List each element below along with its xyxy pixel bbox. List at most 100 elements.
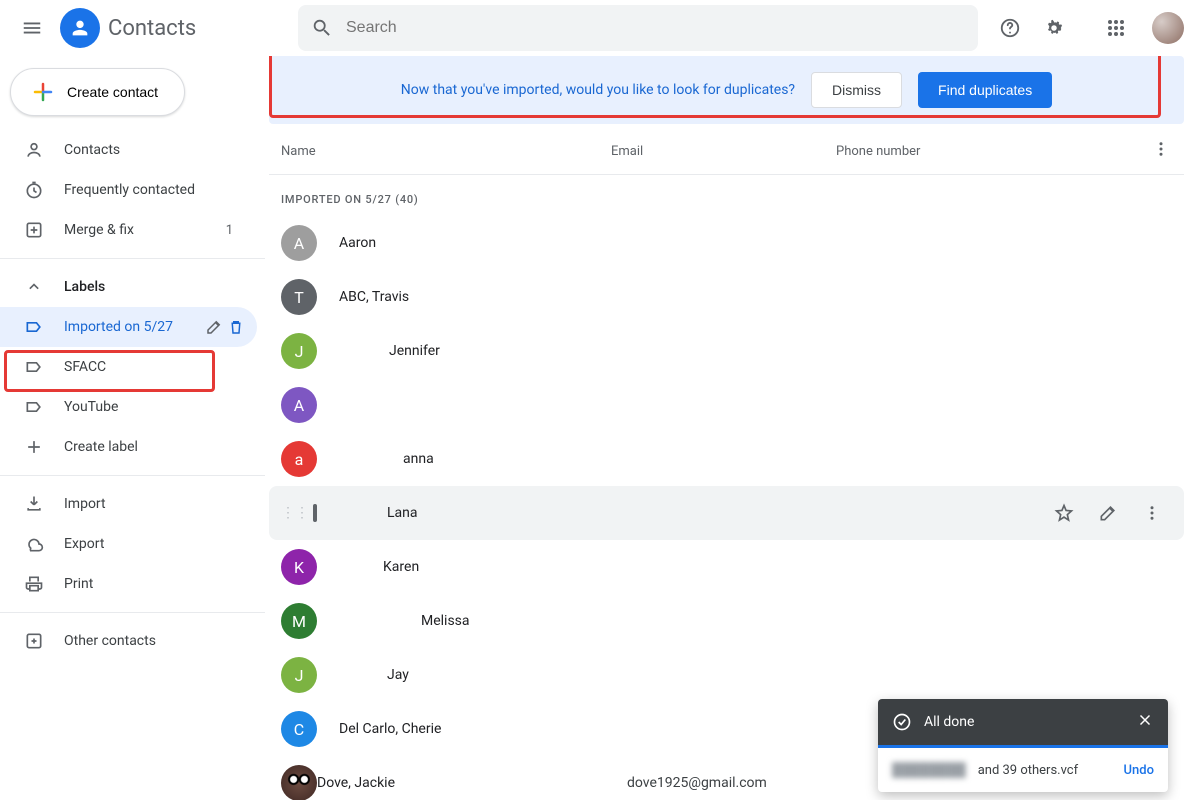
toast-redacted: ████████ [892,762,966,778]
toast-text: and 39 others.vcf [978,763,1078,778]
app-header: Contacts [0,0,1200,56]
column-name: Name [281,144,611,159]
contact-name: Del Carlo, Cherie [339,721,649,737]
nav-contacts[interactable]: Contacts [0,130,249,170]
contact-row[interactable]: ⋮⋮LLana [269,486,1184,540]
contact-row[interactable]: JJennifer [269,324,1184,378]
contact-name: anna [339,451,649,467]
search-input[interactable] [346,19,970,37]
contact-avatar: J [281,657,317,693]
import-banner: Now that you've imported, would you like… [269,56,1184,124]
archive-icon [24,631,44,651]
check-circle-icon [892,712,912,732]
import-icon [24,494,44,514]
edit-button[interactable] [1088,493,1128,533]
merge-badge: 1 [226,223,233,238]
contact-row[interactable]: a anna [269,432,1184,486]
label-sfacc[interactable]: SFACC [0,347,249,387]
gear-icon [1043,17,1065,39]
contact-row[interactable]: AAaron [269,216,1184,270]
close-icon [1136,711,1154,729]
account-avatar[interactable] [1152,12,1184,44]
contact-name: Melissa [339,613,649,629]
labels-toggle[interactable]: Labels [0,267,265,307]
hamburger-menu-button[interactable] [8,4,56,52]
search-icon [306,12,338,44]
contact-avatar: M [281,603,317,639]
list-header: Name Email Phone number [269,132,1184,175]
help-icon [999,17,1021,39]
contact-avatar: C [281,711,317,747]
toast-close-button[interactable] [1136,711,1154,733]
star-icon [1054,503,1074,523]
star-button[interactable] [1044,493,1084,533]
more-vert-icon [1143,504,1161,522]
contact-row[interactable]: T ABC, Travis [269,270,1184,324]
create-contact-label: Create contact [67,84,158,100]
contact-name: Aaron [339,235,649,251]
person-icon [24,140,44,160]
row-checkbox[interactable] [313,504,317,522]
contact-avatar: a [281,441,317,477]
settings-button[interactable] [1034,8,1074,48]
help-button[interactable] [990,8,1030,48]
chevron-up-icon [24,277,44,297]
label-icon [24,397,44,417]
drag-handle-icon[interactable]: ⋮⋮ [281,505,309,521]
contact-name: Dove, Jackie [317,775,627,791]
plus-small-icon [24,437,44,457]
banner-text: Now that you've imported, would you like… [401,82,795,98]
contacts-logo-icon [60,8,100,48]
contact-name: Jennifer [339,343,649,359]
contact-row[interactable]: J Jay [269,648,1184,702]
contact-avatar: K [281,549,317,585]
app-title: Contacts [108,16,196,41]
apps-button[interactable] [1096,8,1136,48]
find-duplicates-button[interactable]: Find duplicates [918,72,1052,108]
label-icon [24,317,44,337]
label-imported[interactable]: Imported on 5/27 [0,307,257,347]
pencil-icon [1098,503,1118,523]
contact-name: Jay [339,667,649,683]
contact-row[interactable]: K Karen [269,540,1184,594]
menu-icon [21,17,43,39]
contact-email: dove1925@gmail.com [627,775,852,791]
column-email: Email [611,144,836,159]
list-settings-button[interactable] [1152,140,1176,162]
column-phone: Phone number [836,144,1152,159]
nav-import[interactable]: Import [0,484,249,524]
contact-avatar: T [281,279,317,315]
contact-name: Karen [339,559,649,575]
group-header: IMPORTED ON 5/27 (40) [269,175,1184,216]
import-toast: All done ████████ and 39 others.vcf Undo [878,699,1168,792]
nav-merge-fix[interactable]: Merge & fix 1 [0,210,249,250]
print-icon [24,574,44,594]
main-content: Now that you've imported, would you like… [265,56,1200,800]
plus-icon [31,80,55,104]
nav-export[interactable]: Export [0,524,249,564]
nav-other-contacts[interactable]: Other contacts [0,621,249,661]
contact-name: ABC, Travis [339,289,649,305]
row-more-button[interactable] [1132,493,1172,533]
contact-row[interactable]: A [269,378,1184,432]
toast-undo-button[interactable]: Undo [1124,763,1154,778]
delete-label-icon[interactable] [227,318,245,336]
label-youtube[interactable]: YouTube [0,387,249,427]
contact-avatar [281,765,317,800]
contact-avatar: A [281,387,317,423]
nav-frequent[interactable]: Frequently contacted [0,170,249,210]
nav-print[interactable]: Print [0,564,249,604]
more-vert-icon [1152,140,1170,158]
contact-row[interactable]: M Melissa [269,594,1184,648]
create-contact-button[interactable]: Create contact [10,68,185,116]
merge-icon [24,220,44,240]
toast-title: All done [924,714,974,730]
label-icon [24,357,44,377]
search-bar[interactable] [298,5,978,51]
apps-grid-icon [1107,19,1125,37]
export-icon [24,534,44,554]
clock-icon [24,180,44,200]
create-label[interactable]: Create label [0,427,249,467]
dismiss-button[interactable]: Dismiss [811,72,902,108]
edit-label-icon[interactable] [205,318,223,336]
